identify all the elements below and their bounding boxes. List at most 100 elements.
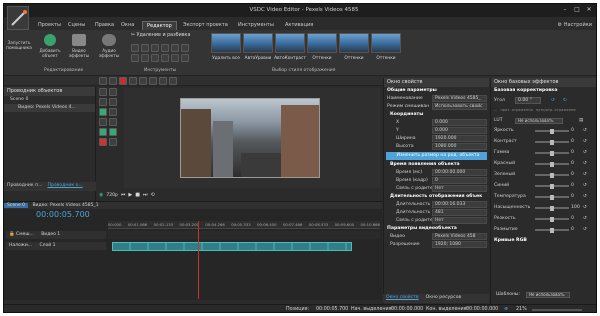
slider-knob[interactable] (550, 227, 554, 233)
slider-knob[interactable] (550, 150, 554, 156)
crumb-scene[interactable]: Scene 0 (4, 203, 29, 208)
playhead[interactable] (198, 221, 199, 299)
style-thumb-5[interactable] (339, 33, 369, 53)
reset-icon[interactable]: ↺ (583, 147, 587, 158)
reset-icon[interactable]: ↺ (583, 169, 587, 180)
slider-track[interactable] (535, 161, 569, 167)
tab-windows[interactable]: Окна (117, 21, 138, 30)
video-clip[interactable] (112, 242, 352, 251)
slider-knob[interactable] (550, 128, 554, 134)
tab-projects[interactable]: Проекты (34, 21, 65, 30)
eye-icon[interactable]: ◉ (99, 192, 103, 198)
tab-project-explorer[interactable]: Проводник п... (4, 182, 42, 190)
delete-split-button[interactable]: ✂ Удаление и разбивка (131, 33, 190, 38)
preset-0[interactable]: ... (494, 106, 497, 114)
reset-icon[interactable]: ↺ (583, 202, 587, 213)
y-field[interactable]: 0.000 (432, 127, 487, 134)
templates-select[interactable]: Не использовать (526, 292, 570, 298)
slider-track[interactable] (535, 205, 569, 211)
basic-correction-section[interactable]: Базовая корректировка (491, 87, 596, 95)
style-thumb-6[interactable] (371, 33, 401, 53)
time-ruler[interactable]: 00:000 00:01.066 00:02.133 00:03.200 00:… (108, 221, 380, 229)
layers-icon[interactable] (169, 77, 177, 85)
reset-icon[interactable]: ↺ (583, 136, 587, 147)
freeze-icon[interactable] (151, 54, 159, 62)
slider-knob[interactable] (550, 205, 554, 211)
slider-knob[interactable] (550, 216, 554, 222)
settings-button[interactable]: ⚙ Настройки (558, 22, 592, 28)
reset-icon[interactable]: ↺ (583, 158, 587, 169)
order-icon[interactable] (171, 44, 179, 52)
redo-icon[interactable] (139, 77, 147, 85)
split-icon[interactable] (151, 44, 159, 52)
style-thumb-3[interactable] (275, 33, 305, 53)
audio-tool-icon[interactable] (109, 138, 117, 146)
ellipse-tool-icon[interactable] (109, 118, 117, 126)
tab-scenes[interactable]: Сцены (64, 21, 89, 30)
mask-icon[interactable] (171, 54, 179, 62)
rotate-cw-icon[interactable]: ↻ (563, 95, 567, 106)
image-tool-icon[interactable] (99, 98, 107, 106)
duration-ms-field[interactable]: 00:00:16.033 (432, 201, 487, 208)
lock-icon[interactable]: 🔒 (9, 232, 16, 237)
delete-icon[interactable] (119, 77, 127, 85)
style-thumb-2[interactable] (243, 33, 273, 53)
slider-knob[interactable] (550, 139, 554, 145)
crumb-video[interactable]: Видео: Pexels Videos 4585_1 (29, 203, 101, 208)
reset-icon[interactable]: ↺ (583, 125, 587, 136)
slider-track[interactable] (535, 183, 569, 189)
align-icon[interactable] (161, 44, 169, 52)
minimize-icon[interactable]: – (559, 6, 571, 13)
undo-icon[interactable] (129, 77, 137, 85)
zoom-icon[interactable]: ⊕ (504, 305, 508, 312)
duration-section[interactable]: Длительность отображения объек (384, 193, 489, 201)
slider-knob[interactable] (550, 161, 554, 167)
speed-icon[interactable] (131, 54, 139, 62)
slider-track[interactable] (535, 139, 569, 145)
tab-properties[interactable]: Окно свойств (383, 294, 419, 302)
folder-icon[interactable]: ▤ (579, 117, 583, 125)
track-header-1[interactable]: 🔒 Смеш... Видео 1 (6, 231, 106, 239)
video-preview[interactable] (180, 98, 320, 178)
resize-button[interactable]: Изменить размер на род. объекта (386, 152, 487, 160)
coords-section[interactable]: Координаты (384, 111, 489, 119)
video-field[interactable]: Pexels Videos 458 (432, 233, 487, 240)
reset-icon[interactable]: ↺ (583, 213, 587, 224)
slider-knob[interactable] (550, 172, 554, 178)
video-effects-button[interactable]: Видео эффекты (66, 32, 92, 66)
maximize-icon[interactable]: □ (571, 6, 583, 13)
width-field[interactable]: 1920.000 (432, 135, 487, 142)
prev-frame-icon[interactable]: ⏮ (121, 192, 126, 198)
track-lane-1[interactable] (108, 231, 380, 239)
blend-field[interactable]: Использовать свойс (432, 103, 487, 110)
sprite-tool-icon[interactable] (99, 128, 107, 136)
duration-frame-field[interactable]: 481 (432, 209, 487, 216)
slider-track[interactable] (535, 216, 569, 222)
reverse-icon[interactable] (161, 54, 169, 62)
line-tool-icon[interactable] (109, 108, 117, 116)
close-icon[interactable]: ✕ (583, 6, 595, 13)
duration-link-field[interactable]: Нет (432, 217, 487, 224)
grid-icon[interactable] (159, 77, 167, 85)
arrow-tool-icon[interactable] (99, 88, 107, 96)
run-wizard-button[interactable]: Запустить помощника (6, 40, 32, 74)
slider-knob[interactable] (550, 183, 554, 189)
pointer-icon[interactable] (131, 44, 139, 52)
tab-export[interactable]: Экспорт проекта (179, 21, 232, 30)
tree-item-video[interactable]: Видео: Pexels Videos 4... (4, 104, 95, 112)
height-field[interactable]: 1080.000 (432, 143, 487, 150)
tab-tools[interactable]: Инструменты (234, 21, 278, 30)
chart-tool-icon[interactable] (99, 108, 107, 116)
tree-item-scene[interactable]: Scene 0 (4, 96, 95, 104)
zoom-slider[interactable] (532, 309, 582, 311)
audio-effects-button[interactable]: Аудио эффекты (96, 32, 122, 66)
app-logo[interactable] (7, 6, 29, 30)
slider-track[interactable] (535, 150, 569, 156)
stop-icon[interactable]: ■ (135, 192, 140, 198)
slider-track[interactable] (535, 194, 569, 200)
tab-activation[interactable]: Активация (281, 21, 317, 30)
time-ms-field[interactable]: 00:00:00.000 (432, 169, 487, 176)
crop-icon[interactable] (141, 44, 149, 52)
preset-2[interactable]: нуть/отр. отражение (536, 106, 576, 114)
rect-tool-icon[interactable] (99, 118, 107, 126)
